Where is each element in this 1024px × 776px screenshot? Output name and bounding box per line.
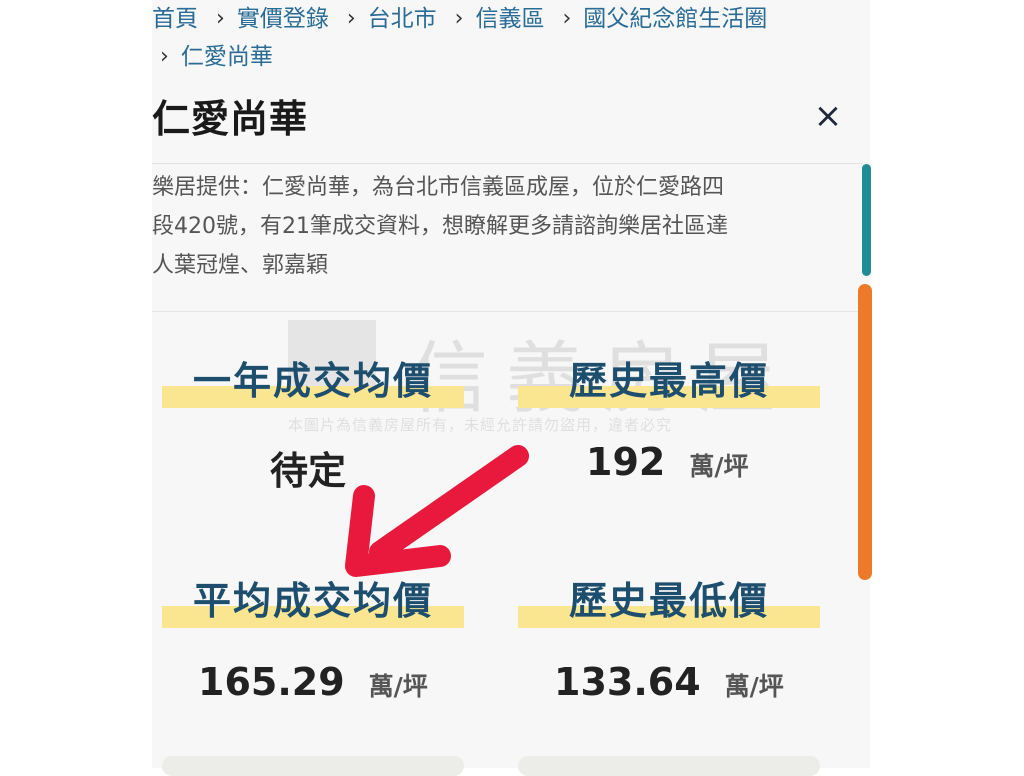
- description-line: 樂居提供：仁愛尚華，為台北市信義區成屋，位於仁愛路四: [152, 175, 725, 200]
- chevron-right-icon: ›: [160, 44, 169, 69]
- breadcrumb: 首頁 › 實價登錄 › 台北市 › 信義區 › 國父紀念館生活圈 › 仁愛尚華: [152, 0, 852, 76]
- scrollbar-thumb[interactable]: [858, 284, 872, 580]
- community-description: 樂居提供：仁愛尚華，為台北市信義區成屋，位於仁愛路四 段420號，有21筆成交資…: [152, 168, 827, 285]
- breadcrumb-row-1: 首頁 › 實價登錄 › 台北市 › 信義區 › 國父紀念館生活圈: [152, 0, 852, 38]
- chevron-right-icon: ›: [216, 6, 225, 31]
- stat-value-hist-low: 133.64 萬/坪: [554, 660, 784, 704]
- stat-number: 192: [586, 440, 666, 484]
- stat-number: 待定: [270, 449, 347, 493]
- stat-value-hist-high: 192 萬/坪: [586, 440, 748, 484]
- stat-value-one-year: 待定: [270, 440, 346, 495]
- stat-label-one-year: 一年成交均價: [192, 359, 433, 403]
- divider: [152, 163, 862, 164]
- breadcrumb-row-2: › 仁愛尚華: [152, 38, 852, 76]
- stat-value-average: 165.29 萬/坪: [198, 660, 428, 704]
- stat-unit: 萬/坪: [368, 672, 428, 701]
- breadcrumb-district[interactable]: 信義區: [475, 0, 544, 38]
- stat-unit: 萬/坪: [689, 452, 749, 481]
- watermark-subtext: 本圖片為信義房屋所有，未經允許請勿盜用，違者必究: [288, 416, 673, 434]
- close-icon[interactable]: ×: [808, 96, 848, 136]
- card-stub: [162, 756, 464, 776]
- red-arrow-annotation: [345, 445, 529, 577]
- stat-number: 133.64: [554, 660, 701, 704]
- breadcrumb-community[interactable]: 仁愛尚華: [181, 38, 273, 76]
- breadcrumb-real-price[interactable]: 實價登錄: [237, 0, 329, 38]
- chevron-right-icon: ›: [346, 6, 356, 31]
- chevron-right-icon: ›: [562, 6, 572, 31]
- description-line: 人葉冠煌、郭嘉穎: [152, 253, 329, 278]
- scrollbar-indicator[interactable]: [862, 164, 871, 276]
- breadcrumb-area[interactable]: 國父紀念館生活圈: [583, 0, 767, 38]
- stat-unit: 萬/坪: [724, 672, 784, 701]
- stat-number: 165.29: [198, 660, 345, 704]
- description-line: 段420號，有21筆成交資料，想瞭解更多請諮詢樂居社區達: [152, 214, 728, 239]
- divider: [152, 311, 862, 312]
- breadcrumb-home[interactable]: 首頁: [152, 0, 198, 38]
- stat-label-hist-low: 歷史最低價: [568, 579, 769, 623]
- stat-label-hist-high: 歷史最高價: [568, 359, 769, 403]
- chevron-right-icon: ›: [454, 6, 464, 31]
- page-title: 仁愛尚華: [152, 97, 309, 141]
- breadcrumb-city[interactable]: 台北市: [368, 0, 437, 38]
- card-stub: [518, 756, 820, 776]
